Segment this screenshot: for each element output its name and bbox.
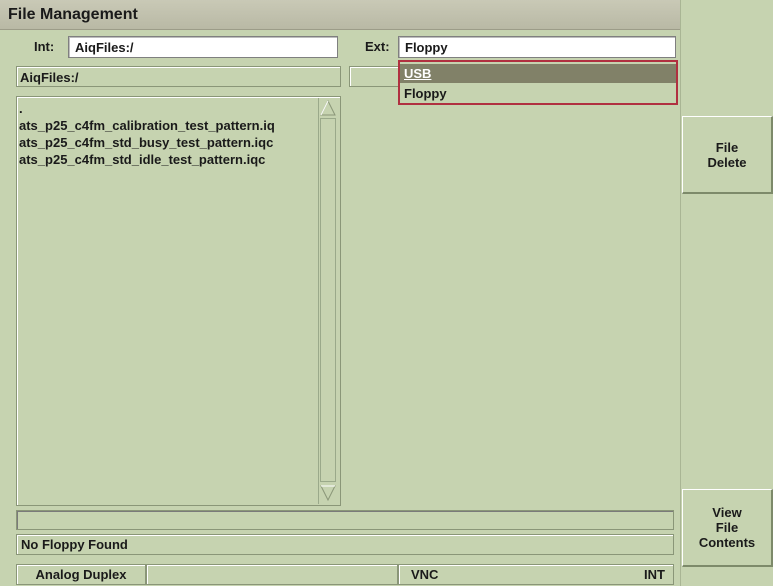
status-cell-empty <box>146 564 398 585</box>
file-list-item[interactable]: ats_p25_c4fm_std_busy_test_pattern.iqc <box>19 134 273 151</box>
file-list-item[interactable]: . <box>19 100 23 117</box>
int-label: Int: <box>34 39 55 54</box>
status-mode: Analog Duplex <box>16 564 146 585</box>
dropdown-option-label: USB <box>404 66 432 81</box>
file-management-window: File Management Int: AiqFiles:/ Ext: Flo… <box>0 0 773 586</box>
ext-path-display <box>349 66 399 87</box>
dropdown-option-floppy[interactable]: Floppy <box>400 84 676 103</box>
file-list-item[interactable]: ats_p25_c4fm_calibration_test_pattern.iq <box>19 117 275 134</box>
status-connection-label: VNC <box>411 567 439 582</box>
message-line-1 <box>16 510 674 530</box>
status-connection: VNC INT <box>398 564 674 585</box>
file-list-scrollbar[interactable] <box>318 98 338 504</box>
ext-label: Ext: <box>365 39 390 54</box>
scroll-track[interactable] <box>320 118 336 482</box>
scroll-down-arrow-icon[interactable] <box>319 484 337 502</box>
file-delete-button[interactable]: File Delete <box>682 116 773 194</box>
scroll-up-arrow-icon[interactable] <box>319 99 337 117</box>
int-file-list[interactable]: . ats_p25_c4fm_calibration_test_pattern.… <box>16 96 341 506</box>
status-source-label: INT <box>644 567 665 582</box>
ext-location-dropdown[interactable]: USB Floppy <box>398 60 678 105</box>
dropdown-option-label: Floppy <box>404 86 447 101</box>
view-file-contents-button[interactable]: View File Contents <box>682 489 773 567</box>
file-list-item[interactable]: ats_p25_c4fm_std_idle_test_pattern.iqc <box>19 151 265 168</box>
ext-location-select[interactable]: Floppy <box>398 36 676 58</box>
int-location-field[interactable]: AiqFiles:/ <box>68 36 338 58</box>
message-line-2: No Floppy Found <box>16 534 674 555</box>
dropdown-option-usb[interactable]: USB <box>400 64 676 83</box>
window-title: File Management <box>0 0 680 30</box>
int-path-display: AiqFiles:/ <box>16 66 341 87</box>
